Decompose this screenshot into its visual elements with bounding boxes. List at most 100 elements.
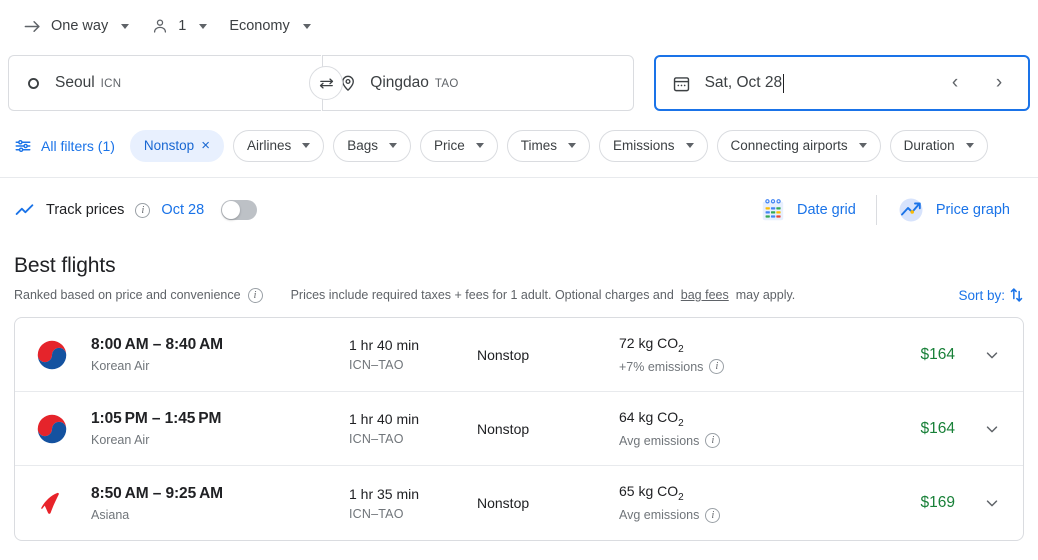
chevron-down-icon[interactable] — [977, 340, 1007, 370]
next-date-button[interactable]: › — [984, 68, 1014, 98]
filter-chip-connecting-airports[interactable]: Connecting airports — [716, 129, 881, 162]
trip-options-bar: One way 1 Economy — [0, 0, 1038, 52]
flight-times-cell: 8:50 AM – 9:25 AM Asiana — [91, 485, 349, 522]
person-icon — [151, 17, 169, 35]
date-grid-label: Date grid — [797, 202, 856, 218]
emissions-note-text: Avg emissions — [619, 433, 700, 448]
filter-chip-label: Bags — [347, 138, 379, 153]
price-graph-button[interactable]: Price graph — [883, 190, 1024, 230]
trending-up-icon — [14, 200, 35, 221]
search-fields-row: Seoul ICN Qingdao TAO Sat, Oct 28 ‹ › — [0, 52, 1038, 114]
flight-emissions: 72 kg CO2 — [619, 335, 863, 355]
info-icon[interactable]: i — [135, 202, 151, 218]
chevron-down-icon — [568, 143, 577, 148]
filter-chip-times[interactable]: Times — [506, 129, 591, 162]
destination-input[interactable]: Qingdao TAO — [322, 55, 634, 111]
swap-arrows-icon — [318, 75, 335, 92]
view-buttons-group: Date grid Price graph — [746, 190, 1024, 230]
expand-flight-cell — [955, 340, 1007, 370]
cabin-class-selector[interactable]: Economy — [220, 12, 319, 40]
tune-icon — [14, 137, 32, 155]
info-icon[interactable]: i — [705, 507, 721, 523]
filter-chip-label: Emissions — [613, 138, 675, 153]
info-icon[interactable]: i — [705, 433, 721, 449]
chevron-down-icon — [685, 143, 694, 148]
expand-flight-cell — [955, 414, 1007, 444]
track-prices-group: Track prices i Oct 28 — [14, 200, 258, 221]
emissions-subscript: 2 — [678, 491, 684, 503]
filter-chip-emissions[interactable]: Emissions — [599, 129, 708, 162]
origin-city: Seoul — [55, 74, 95, 91]
best-flights-header: Best flights Ranked based on price and c… — [0, 240, 1038, 303]
all-filters-label: All filters (1) — [41, 137, 115, 154]
korean-air-logo — [33, 410, 91, 448]
table-row[interactable]: 8:50 AM – 9:25 AM Asiana 1 hr 35 min ICN… — [15, 466, 1023, 540]
track-prices-toggle[interactable] — [221, 200, 258, 220]
trip-type-selector[interactable]: One way — [14, 11, 138, 42]
calendar-icon — [672, 74, 691, 93]
flight-duration: 1 hr 40 min — [349, 337, 420, 353]
info-icon[interactable]: i — [709, 359, 725, 375]
filter-chip-price[interactable]: Price — [420, 129, 498, 162]
bag-fees-link[interactable]: bag fees — [681, 288, 729, 302]
chevron-down-icon — [302, 23, 311, 29]
swap-origin-destination-button[interactable] — [309, 66, 343, 100]
flight-times-cell: 8:00 AM – 8:40 AM Korean Air — [91, 336, 349, 373]
expand-flight-cell — [955, 488, 1007, 518]
toggle-knob — [222, 201, 241, 219]
filter-chip-airlines[interactable]: Airlines — [232, 129, 325, 162]
chevron-down-icon[interactable] — [977, 488, 1007, 518]
filter-chip-label: Times — [520, 138, 558, 153]
flight-duration-cell: 1 hr 35 min ICN–TAO — [349, 486, 477, 521]
previous-date-button[interactable]: ‹ — [940, 68, 970, 98]
track-prices-date[interactable]: Oct 28 — [161, 202, 204, 218]
filter-chip-nonstop[interactable]: Nonstop × — [129, 129, 224, 162]
google-flights-results-page: One way 1 Economy Seoul ICN Qingdao TAO … — [0, 0, 1038, 560]
airline-name: Asiana — [91, 507, 130, 522]
track-prices-label: Track prices — [46, 202, 125, 218]
destination-code: TAO — [434, 78, 459, 90]
chevron-down-icon — [965, 143, 974, 148]
text-cursor — [783, 73, 785, 93]
filter-chip-bags[interactable]: Bags — [333, 129, 412, 162]
flight-emissions-cell: 64 kg CO2 Avg emissions i — [619, 409, 863, 449]
price-graph-label: Price graph — [935, 202, 1010, 218]
flight-emissions: 65 kg CO2 — [619, 483, 863, 503]
flight-times-cell: 1:05 PM – 1:45 PM Korean Air — [91, 410, 349, 447]
table-row[interactable]: 1:05 PM – 1:45 PM Korean Air 1 hr 40 min… — [15, 392, 1023, 466]
filter-chip-label: Price — [434, 138, 465, 153]
all-filters-button[interactable]: All filters (1) — [14, 137, 121, 155]
flight-times: 1:05 PM – 1:45 PM — [91, 410, 222, 427]
chevron-down-icon — [389, 143, 398, 148]
flight-price: $164 — [920, 419, 955, 437]
departure-date-input[interactable]: Sat, Oct 28 ‹ › — [653, 55, 1030, 111]
emissions-subscript: 2 — [678, 343, 684, 355]
filter-chip-duration[interactable]: Duration — [889, 129, 988, 162]
flight-price: $164 — [920, 345, 955, 363]
flight-duration: 1 hr 35 min — [349, 485, 420, 502]
prices-note-after: may apply. — [735, 288, 796, 302]
date-grid-icon — [760, 197, 786, 223]
sort-by-button[interactable]: Sort by: — [958, 287, 1024, 303]
ranked-note: Ranked based on price and convenience — [14, 288, 241, 302]
flight-duration: 1 hr 40 min — [349, 411, 420, 427]
date-grid-button[interactable]: Date grid — [746, 191, 870, 229]
flight-emissions-note: +7% emissions i — [619, 359, 863, 375]
prices-note-before: Prices include required taxes + fees for… — [290, 288, 674, 302]
table-row[interactable]: 8:00 AM – 8:40 AM Korean Air 1 hr 40 min… — [15, 318, 1023, 392]
passenger-count-label: 1 — [178, 18, 187, 34]
origin-input[interactable]: Seoul ICN — [8, 55, 322, 111]
chevron-down-icon — [199, 23, 208, 29]
passengers-selector[interactable]: 1 — [142, 11, 216, 41]
close-icon[interactable]: × — [201, 138, 210, 153]
info-icon[interactable]: i — [247, 287, 263, 303]
flight-duration-cell: 1 hr 40 min ICN–TAO — [349, 411, 477, 446]
airline-name: Korean Air — [91, 433, 150, 447]
chevron-down-icon[interactable] — [977, 414, 1007, 444]
emissions-note-text: +7% emissions — [619, 359, 704, 374]
flight-duration-cell: 1 hr 40 min ICN–TAO — [349, 337, 477, 372]
flight-stops: Nonstop — [477, 420, 530, 437]
emissions-value: 65 kg CO — [619, 483, 679, 500]
track-prices-row: Track prices i Oct 28 Date grid Price gr… — [0, 178, 1038, 240]
emissions-note-text: Avg emissions — [619, 508, 700, 523]
